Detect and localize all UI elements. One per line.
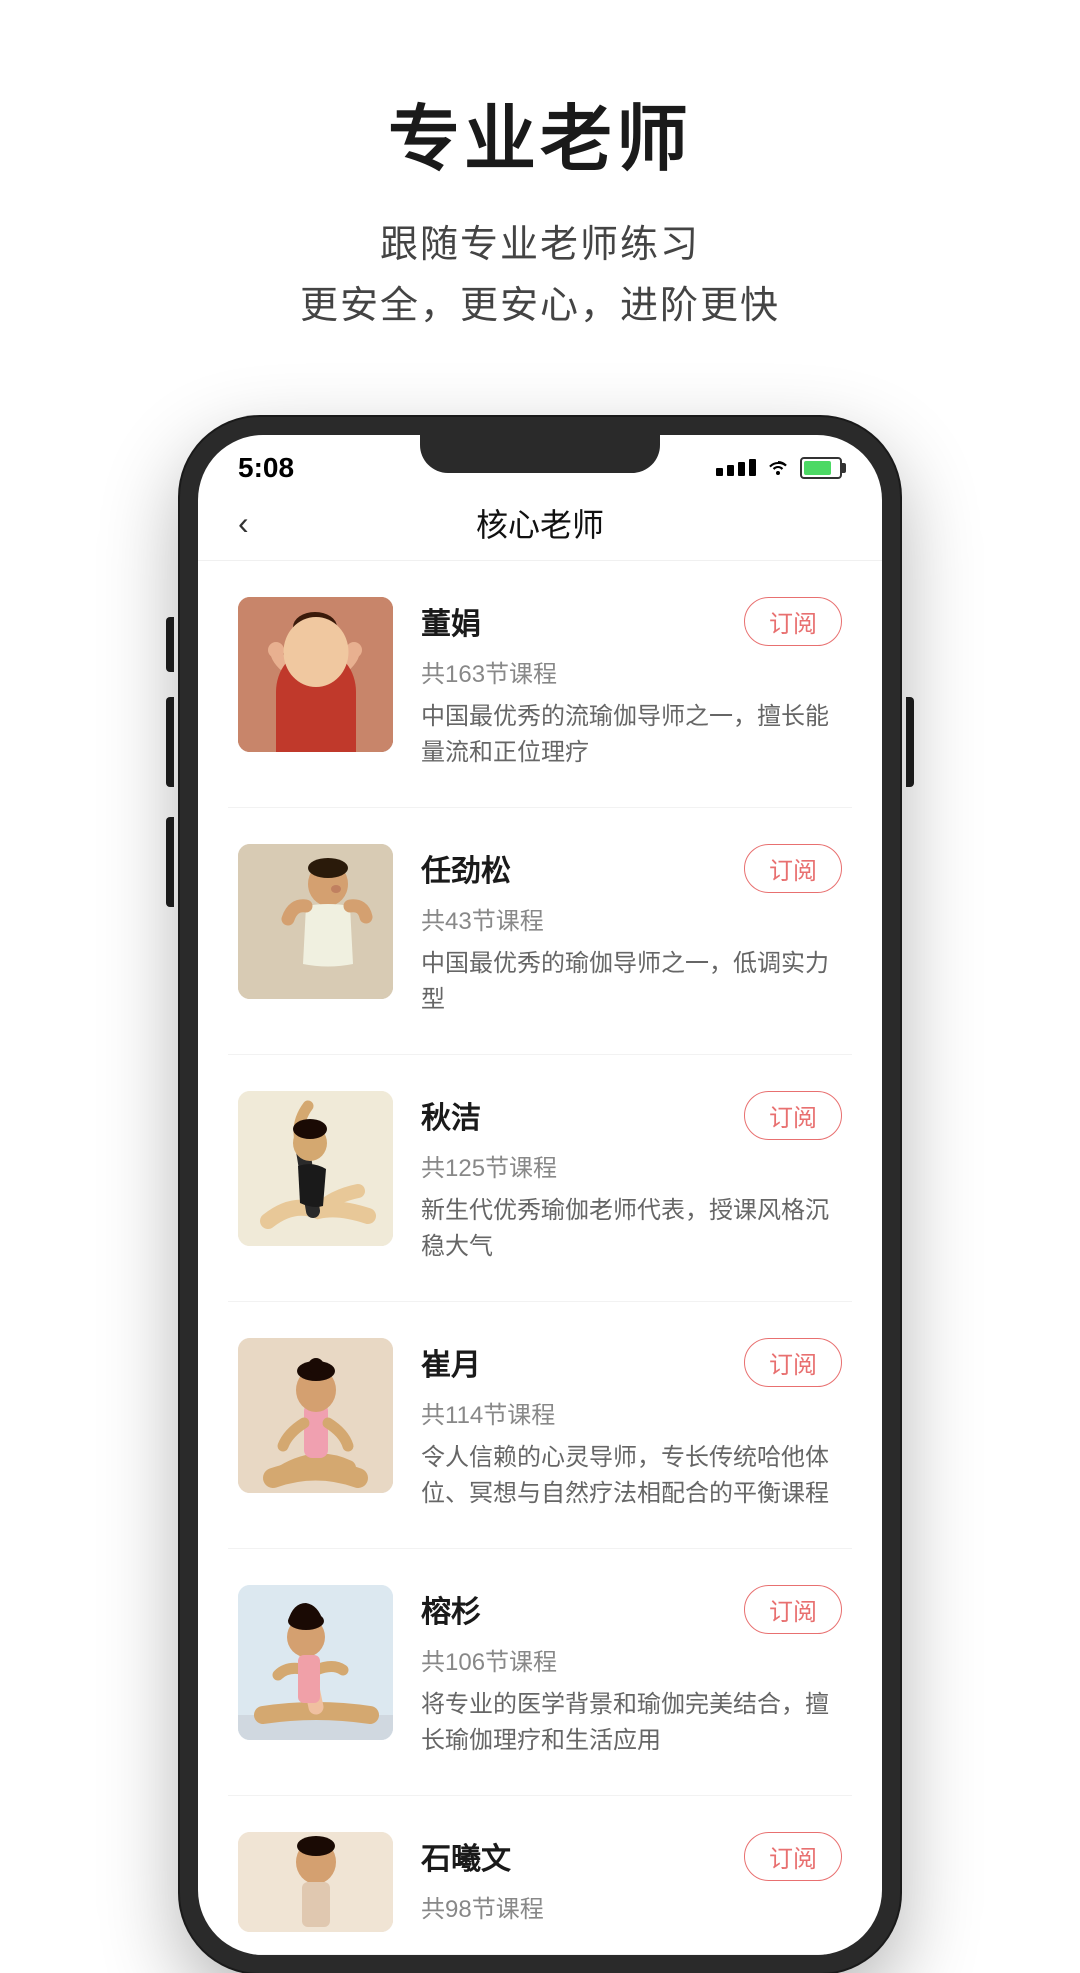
list-item[interactable]: 秋洁 订阅 共125节课程 新生代优秀瑜伽老师代表，授课风格沉稳大气 — [228, 1055, 852, 1302]
teacher-info: 秋洁 订阅 共125节课程 新生代优秀瑜伽老师代表，授课风格沉稳大气 — [421, 1091, 842, 1265]
teacher-name: 董娟 — [421, 599, 481, 643]
teacher-desc: 中国最优秀的流瑜伽导师之一，擅长能量流和正位理疗 — [421, 699, 842, 771]
subscribe-button[interactable]: 订阅 — [744, 1585, 842, 1634]
teacher-name: 秋洁 — [421, 1093, 481, 1137]
page-subtitle: 跟随专业老师练习 更安全，更安心，进阶更快 — [40, 215, 1040, 337]
signal-icon — [716, 459, 756, 476]
avatar — [238, 1338, 393, 1493]
status-icons — [716, 455, 842, 481]
teacher-name: 石曦文 — [421, 1834, 511, 1878]
list-item[interactable]: 任劲松 订阅 共43节课程 中国最优秀的瑜伽导师之一，低调实力型 — [228, 808, 852, 1055]
teacher-info: 崔月 订阅 共114节课程 令人信赖的心灵导师，专长传统哈他体位、冥想与自然疗法… — [421, 1338, 842, 1512]
teacher-desc: 新生代优秀瑜伽老师代表，授课风格沉稳大气 — [421, 1193, 842, 1265]
teacher-info: 董娟 订阅 共163节课程 中国最优秀的流瑜伽导师之一，擅长能量流和正位理疗 — [421, 597, 842, 771]
list-item[interactable]: 崔月 订阅 共114节课程 令人信赖的心灵导师，专长传统哈他体位、冥想与自然疗法… — [228, 1302, 852, 1549]
nav-bar: ‹ 核心老师 — [198, 487, 882, 561]
teacher-desc: 将专业的医学背景和瑜伽完美结合，擅长瑜伽理疗和生活应用 — [421, 1687, 842, 1759]
teacher-courses: 共43节课程 — [421, 901, 842, 936]
power-button — [906, 697, 914, 787]
teacher-desc: 令人信赖的心灵导师，专长传统哈他体位、冥想与自然疗法相配合的平衡课程 — [421, 1440, 842, 1512]
teacher-info: 榕杉 订阅 共106节课程 将专业的医学背景和瑜伽完美结合，擅长瑜伽理疗和生活应… — [421, 1585, 842, 1759]
page-header: 专业老师 跟随专业老师练习 更安全，更安心，进阶更快 — [0, 0, 1080, 377]
wifi-icon — [766, 455, 790, 481]
avatar — [238, 844, 393, 999]
teacher-courses: 共106节课程 — [421, 1642, 842, 1677]
teacher-name: 崔月 — [421, 1340, 481, 1384]
status-time: 5:08 — [238, 452, 294, 484]
nav-title: 核心老师 — [476, 500, 604, 546]
phone-mockup: 5:08 — [180, 417, 900, 1973]
battery-icon — [800, 457, 842, 479]
mute-button — [166, 617, 174, 672]
phone-notch — [420, 435, 660, 473]
avatar — [238, 1091, 393, 1246]
back-button[interactable]: ‹ — [238, 505, 278, 542]
teacher-courses: 共114节课程 — [421, 1395, 842, 1430]
subscribe-button[interactable]: 订阅 — [744, 844, 842, 893]
subscribe-button[interactable]: 订阅 — [744, 1338, 842, 1387]
teacher-desc: 中国最优秀的瑜伽导师之一，低调实力型 — [421, 946, 842, 1018]
teacher-courses: 共163节课程 — [421, 654, 842, 689]
list-item[interactable]: 榕杉 订阅 共106节课程 将专业的医学背景和瑜伽完美结合，擅长瑜伽理疗和生活应… — [228, 1549, 852, 1796]
avatar — [238, 597, 393, 752]
subscribe-button[interactable]: 订阅 — [744, 1832, 842, 1881]
teacher-name: 榕杉 — [421, 1587, 481, 1631]
list-item[interactable]: 石曦文 订阅 共98节课程 — [228, 1796, 852, 1955]
avatar — [238, 1832, 393, 1932]
teacher-courses: 共125节课程 — [421, 1148, 842, 1183]
teacher-info: 石曦文 订阅 共98节课程 — [421, 1832, 842, 1934]
subscribe-button[interactable]: 订阅 — [744, 597, 842, 646]
avatar — [238, 1585, 393, 1740]
teacher-info: 任劲松 订阅 共43节课程 中国最优秀的瑜伽导师之一，低调实力型 — [421, 844, 842, 1018]
volume-down-button — [166, 817, 174, 907]
teacher-list: 董娟 订阅 共163节课程 中国最优秀的流瑜伽导师之一，擅长能量流和正位理疗 — [198, 561, 882, 1955]
page-title: 专业老师 — [40, 80, 1040, 185]
volume-up-button — [166, 697, 174, 787]
teacher-name: 任劲松 — [421, 846, 511, 890]
subscribe-button[interactable]: 订阅 — [744, 1091, 842, 1140]
teacher-courses: 共98节课程 — [421, 1889, 842, 1924]
list-item[interactable]: 董娟 订阅 共163节课程 中国最优秀的流瑜伽导师之一，擅长能量流和正位理疗 — [228, 561, 852, 808]
